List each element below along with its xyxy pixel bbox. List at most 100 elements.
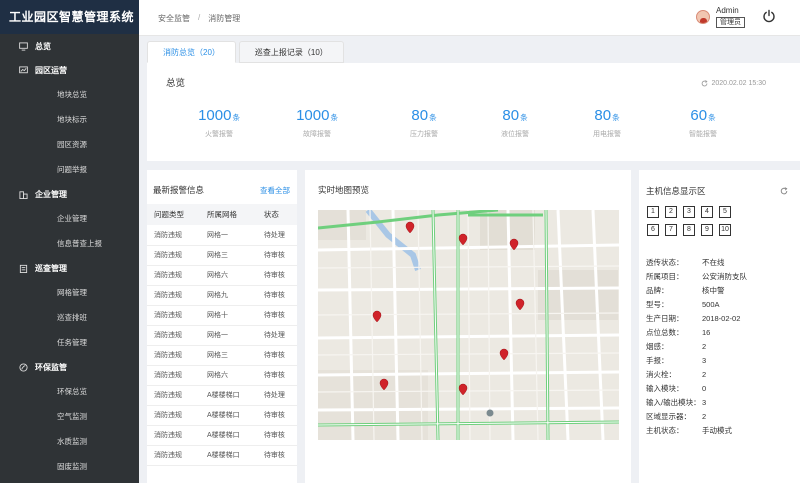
column-header: 所属网格 [200,204,257,225]
sidebar-item[interactable]: 地块总览 [0,82,139,107]
map-title: 实时地图预览 [318,185,370,195]
refresh-icon[interactable] [780,187,788,197]
info-row: 区域显示器： 2 [646,410,796,424]
alerts-table-body: 消防违规 网格一 待处理 消防违规 网格三 待审核 消防违规 网格六 待审核 消防违规 网格九 待审核… [147,225,297,466]
sidebar-item[interactable]: 巡查排班 [0,305,139,330]
table-row[interactable]: 消防违规 网格十 待审核 [147,305,297,326]
sidebar-item[interactable]: 任务管理 [0,330,139,355]
info-value: 2 [702,370,707,379]
table-cell: 网格一 [200,225,257,246]
stat-value: 80 [594,107,612,124]
column-header: 问题类型 [147,204,201,225]
tab-fire-overview[interactable]: 消防总览（20） [147,41,236,63]
table-row[interactable]: 消防违规 A楼楼梯口 待审核 [147,445,297,466]
sidebar-item[interactable]: 问题举报 [0,157,139,182]
table-cell: 消防违规 [147,385,201,406]
top-bar: 安全监管 / 消防管理 Admin 管理员 [139,0,800,36]
stat-label: 故障报警 [303,131,331,138]
channel-box[interactable]: 7 [665,224,677,236]
info-row: 型号： 500A [646,298,796,312]
table-cell: A楼楼梯口 [200,425,257,446]
table-row[interactable]: 消防违规 网格三 待审核 [147,345,297,366]
stat-value: 1000 [198,107,232,124]
sidebar-item[interactable]: 地块标示 [0,107,139,132]
table-cell: 消防违规 [147,265,201,286]
table-row[interactable]: 消防违规 网格三 待审核 [147,245,297,266]
breadcrumb-item-safety[interactable]: 安全监管 [158,13,190,24]
table-row[interactable]: 消防违规 网格六 待审核 [147,265,297,286]
table-row[interactable]: 消防违规 网格九 待审核 [147,285,297,306]
stat-card: 80条 液位报警 [465,107,565,139]
chart-monitor-icon [19,65,28,75]
table-cell: 消防违规 [147,345,201,366]
info-row: 主机状态： 手动模式 [646,424,796,438]
overview-timestamp: 2020.02.02 15:30 [701,80,766,87]
tab-patrol-records[interactable]: 巡查上报记录（10） [238,41,344,63]
tab-bar: 消防总览（20） 巡查上报记录（10） [147,41,347,63]
view-all-link[interactable]: 查看全部 [260,185,290,196]
sidebar-item[interactable]: 固废监测 [0,454,139,479]
stat-label: 液位报警 [501,131,529,138]
stat-label: 智能报警 [689,131,717,138]
table-cell: 待审核 [256,425,297,446]
alerts-table: 问题类型 所属网格 状态 消防违规 网格一 待处理 消防违规 网格三 待审核 消防违规 网格六 待审… [147,204,297,466]
table-row[interactable]: 消防违规 A楼楼梯口 待审核 [147,425,297,446]
info-key: 品牌： [646,286,669,295]
channel-box[interactable]: 6 [647,224,659,236]
info-key: 透传状态： [646,258,684,267]
channel-box[interactable]: 10 [719,224,731,236]
sidebar-item[interactable]: 网格管理 [0,280,139,305]
sidebar-item[interactable]: 信息普查上报 [0,231,139,256]
sidebar-item[interactable]: 环保总览 [0,379,139,404]
sidebar-item[interactable]: 企业管理 [0,206,139,231]
sidebar-group-3[interactable]: 巡查管理 [0,256,139,280]
channel-box[interactable]: 5 [719,206,731,218]
sidebar-item[interactable]: 水质监测 [0,429,139,454]
info-value: 核中警 [702,286,725,295]
table-cell: 网格三 [200,245,257,266]
table-cell: 消防违规 [147,445,201,466]
table-row[interactable]: 消防违规 网格六 待审核 [147,365,297,386]
power-icon[interactable] [762,9,776,23]
info-key: 输入/输出模块： [646,398,701,407]
table-cell: 消防违规 [147,425,201,446]
channel-box[interactable]: 9 [701,224,713,236]
map-view[interactable] [318,210,619,440]
sidebar-item[interactable]: 空气监测 [0,404,139,429]
channel-box[interactable]: 4 [701,206,713,218]
refresh-icon[interactable] [701,80,708,87]
channel-box[interactable]: 3 [683,206,695,218]
stat-card: 1000条 故障报警 [267,107,367,139]
table-cell: 待审核 [256,365,297,386]
user-menu[interactable]: Admin 管理员 [696,6,745,28]
info-value: 2 [702,412,707,421]
channel-box[interactable]: 8 [683,224,695,236]
info-key: 输入模块： [646,384,684,393]
sidebar: 工业园区智慧管理系统 总览 园区运营 地块总览 地块标示 园区资源 问题举报 企业管理 企业管… [0,0,139,483]
sidebar-group-label: 巡查管理 [35,263,67,273]
table-row[interactable]: 消防违规 网格一 待处理 [147,225,297,246]
sidebar-group-0[interactable]: 总览 [0,34,139,58]
info-row: 点位总数： 16 [646,326,796,340]
map-graphic [318,210,619,440]
stat-unit: 条 [232,113,240,122]
sidebar-group-4[interactable]: 环保监管 [0,355,139,379]
table-row[interactable]: 消防违规 A楼楼梯口 待处理 [147,385,297,406]
sidebar-item[interactable]: 园区资源 [0,132,139,157]
clipboard-icon [19,264,28,273]
sidebar-group-1[interactable]: 园区运营 [0,58,139,82]
sidebar-group-2[interactable]: 企业管理 [0,182,139,206]
breadcrumb-separator: / [198,13,201,22]
building-icon [19,190,28,199]
channel-box[interactable]: 2 [665,206,677,218]
info-value: 0 [702,384,707,393]
table-row[interactable]: 消防违规 网格一 待处理 [147,325,297,346]
table-row[interactable]: 消防违规 A楼楼梯口 待审核 [147,405,297,426]
avatar[interactable] [696,10,710,24]
table-cell: 网格一 [200,325,257,346]
channel-box[interactable]: 1 [647,206,659,218]
info-row: 烟感： 2 [646,340,796,354]
table-cell: 待处理 [256,325,297,346]
table-cell: 消防违规 [147,285,201,306]
table-cell: 待审核 [256,305,297,326]
